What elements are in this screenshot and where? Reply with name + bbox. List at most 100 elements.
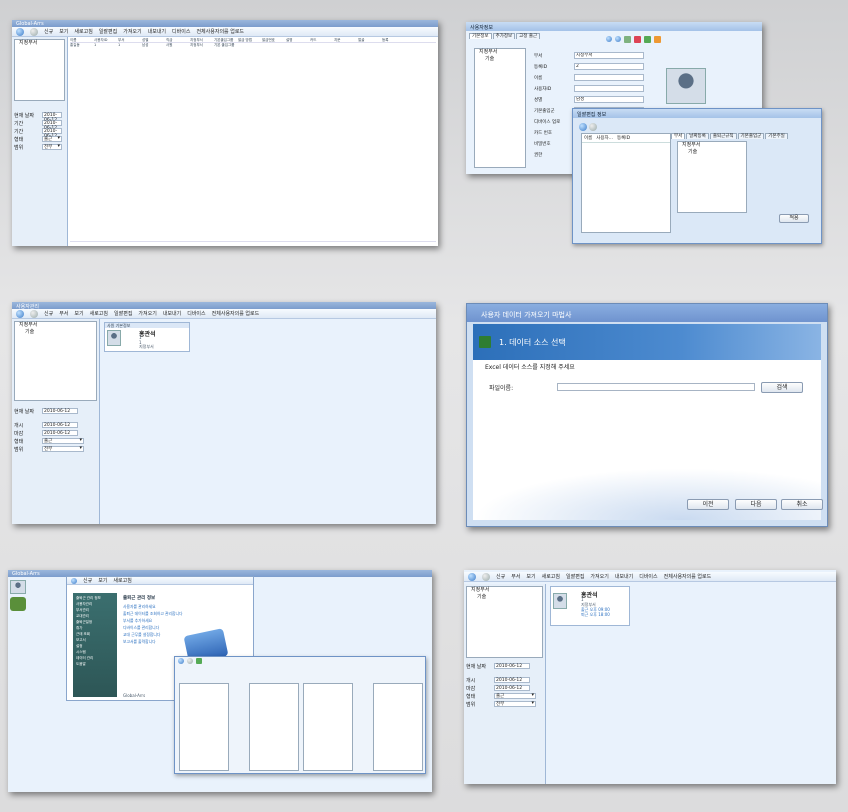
ok-icon[interactable] bbox=[196, 658, 202, 664]
toolbar-button[interactable]: 부서 bbox=[511, 573, 520, 580]
toolbar-button[interactable]: 보기 bbox=[74, 310, 83, 317]
forward-icon[interactable] bbox=[30, 309, 38, 318]
tree-root[interactable]: 지정부서 bbox=[475, 49, 525, 56]
file-name-input[interactable] bbox=[557, 383, 755, 391]
column-header[interactable]: 얼굴 bbox=[358, 38, 382, 42]
toolbar-button[interactable]: 부서 bbox=[59, 310, 68, 317]
list-column[interactable]: 사용자... bbox=[596, 135, 613, 141]
sub-tab-1[interactable]: 날짜등록 bbox=[686, 133, 709, 139]
device-icon[interactable] bbox=[10, 597, 26, 611]
forward-icon[interactable] bbox=[187, 658, 193, 664]
toolbar-button[interactable]: 디바이스 bbox=[639, 573, 657, 580]
toolbar-button[interactable]: 가져오기 bbox=[138, 310, 156, 317]
toolbar-button[interactable]: 일괄편집 bbox=[114, 310, 132, 317]
toolbar-button[interactable]: 새로고침 bbox=[90, 310, 108, 317]
cancel-button[interactable]: 취소 bbox=[781, 499, 823, 510]
panel-line[interactable]: 사용자를 관리하세요 bbox=[123, 603, 243, 610]
toolbar-button[interactable]: 새로고침 bbox=[542, 573, 560, 580]
column-header[interactable]: 설명 bbox=[286, 38, 310, 42]
delete-icon[interactable] bbox=[634, 36, 641, 43]
toolbar-button[interactable]: 신규 bbox=[496, 573, 505, 580]
toolbar-button[interactable]: 가져오기 bbox=[590, 573, 608, 580]
apply-button[interactable]: 적용 bbox=[779, 214, 809, 223]
source-list-b[interactable] bbox=[303, 683, 353, 771]
sub-tab-3[interactable]: 기본출입군 bbox=[737, 133, 765, 139]
range-select[interactable]: 전부 bbox=[494, 701, 536, 707]
tab-2[interactable]: 고정 출근 bbox=[516, 33, 541, 39]
back-icon[interactable] bbox=[16, 27, 24, 36]
new-button[interactable]: 신규 bbox=[44, 28, 53, 35]
toolbar-button[interactable]: 내보내기 bbox=[615, 573, 633, 580]
column-header[interactable]: 발급번호 bbox=[262, 38, 286, 42]
tree-root[interactable]: 지정부서 bbox=[678, 142, 746, 149]
target-list-b[interactable] bbox=[373, 683, 423, 771]
column-header[interactable]: 성별 bbox=[142, 38, 166, 42]
import-button[interactable]: 가져오기 bbox=[123, 28, 141, 35]
user-photo[interactable] bbox=[666, 68, 706, 104]
view-button[interactable]: 보기 bbox=[59, 28, 68, 35]
column-header[interactable]: 발급 방법 bbox=[238, 38, 262, 42]
form-input[interactable]: 지정부서 bbox=[574, 52, 644, 59]
sub-tab-4[interactable]: 기본주일 bbox=[765, 133, 788, 139]
export-button[interactable]: 내보내기 bbox=[148, 28, 166, 35]
toolbar-button[interactable]: 보기 bbox=[526, 573, 535, 580]
from-date-input[interactable]: 2010-06-12 bbox=[42, 120, 62, 131]
status-select[interactable]: 출근 bbox=[494, 693, 536, 699]
to-date-input[interactable]: 2010-06-12 bbox=[42, 430, 78, 436]
user-card[interactable]: 홍관석 1 지정부서 출근 오후 09:00 퇴근 오후 18:00 bbox=[550, 586, 630, 626]
range-select[interactable]: 전부 bbox=[42, 144, 62, 150]
target-tree[interactable]: 지정부서 기술 bbox=[677, 141, 747, 213]
column-header[interactable]: 지문 bbox=[334, 38, 358, 42]
new-button[interactable]: 신규 bbox=[83, 577, 92, 584]
status-select[interactable]: 출근 bbox=[42, 136, 62, 142]
status-select[interactable]: 출근 bbox=[42, 438, 84, 444]
panel-line[interactable]: 출퇴근 데이터를 조회하고 관리합니다 bbox=[123, 610, 243, 617]
tree-root[interactable]: 지정부서 bbox=[15, 322, 96, 329]
forward-icon[interactable] bbox=[589, 123, 597, 131]
form-input[interactable]: 남성 bbox=[574, 96, 644, 103]
tab-0[interactable]: 기본정보 bbox=[469, 33, 492, 39]
cancel-icon[interactable] bbox=[654, 36, 661, 43]
back-icon[interactable] bbox=[468, 572, 476, 581]
user-card[interactable]: 사원 기본정보 홍관석 1 1 지정부서 bbox=[104, 322, 190, 352]
column-header[interactable]: 직급 bbox=[166, 38, 190, 42]
from-date-input[interactable]: 2010-06-12 bbox=[42, 422, 78, 428]
tree-child[interactable]: 기술 bbox=[467, 594, 542, 601]
panel-line[interactable]: 디바이스를 관리합니다 bbox=[123, 624, 243, 631]
from-date-input[interactable]: 2010-06-12 bbox=[494, 677, 530, 683]
department-tree[interactable]: 지정부서 기술 bbox=[474, 48, 526, 168]
tab-1[interactable]: 추가정보 bbox=[492, 33, 516, 39]
back-icon[interactable] bbox=[16, 309, 24, 318]
current-date-input[interactable]: 2010-06-12 bbox=[42, 112, 62, 123]
view-button[interactable]: 보기 bbox=[98, 577, 107, 584]
back-button[interactable]: 이전 bbox=[687, 499, 729, 510]
forward-icon[interactable] bbox=[30, 27, 38, 36]
tree-root[interactable]: 지정부서 bbox=[15, 40, 64, 47]
panel-line[interactable]: 교대 근무를 설정합니다 bbox=[123, 631, 243, 638]
range-select[interactable]: 전부 bbox=[42, 446, 84, 452]
upload-all-button[interactable]: 전체사용자의를 업로드 bbox=[196, 28, 244, 35]
form-input[interactable] bbox=[574, 74, 644, 81]
back-icon[interactable] bbox=[71, 577, 77, 584]
column-header[interactable]: 카드 bbox=[310, 38, 334, 42]
forward-icon[interactable] bbox=[482, 572, 490, 581]
to-date-input[interactable]: 2010-06-12 bbox=[494, 685, 530, 691]
list-column[interactable]: 등록ID bbox=[617, 135, 630, 141]
toolbar-button[interactable]: 내보내기 bbox=[163, 310, 181, 317]
toolbar-button[interactable]: 전체사용자의를 업로드 bbox=[664, 573, 712, 580]
form-input[interactable]: 2 bbox=[574, 63, 644, 70]
toolbar-button[interactable]: 디바이스 bbox=[187, 310, 205, 317]
toolbar-button[interactable]: 일괄편집 bbox=[566, 573, 584, 580]
toolbar-button[interactable]: 신규 bbox=[44, 310, 53, 317]
user-icon[interactable] bbox=[10, 580, 26, 594]
source-list-a[interactable] bbox=[179, 683, 229, 771]
refresh-button[interactable]: 새로고침 bbox=[74, 28, 92, 35]
tree-child[interactable]: 기술 bbox=[475, 56, 525, 63]
confirm-icon[interactable] bbox=[644, 36, 651, 43]
current-date-input[interactable]: 2010-06-12 bbox=[494, 663, 530, 669]
department-tree[interactable]: 지정부서 기술 bbox=[14, 321, 97, 401]
back-icon[interactable] bbox=[579, 123, 587, 131]
forward-icon[interactable] bbox=[615, 36, 621, 42]
tree-child[interactable]: 기술 bbox=[678, 149, 746, 156]
column-header[interactable]: 부서 bbox=[118, 38, 142, 42]
